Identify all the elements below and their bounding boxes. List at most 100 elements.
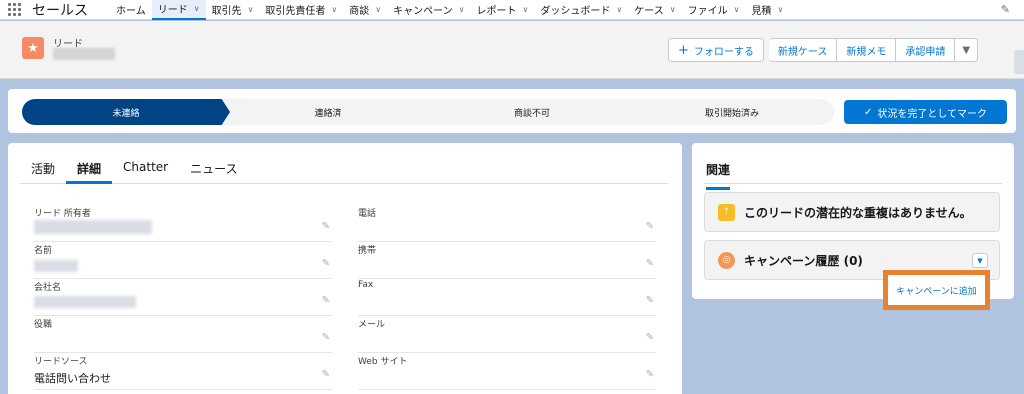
duplicate-icon: ⇡ [718, 203, 735, 221]
field-phone: 電話 ✎ [358, 206, 656, 242]
edit-pencil-icon[interactable]: ✎ [322, 295, 330, 306]
nav-item-label: 取引先 [211, 6, 242, 17]
nav-item-label: ダッシュボード [540, 6, 611, 17]
chevron-down-icon[interactable]: ▼ [972, 253, 988, 268]
new-case-button[interactable]: 新規ケース [768, 38, 838, 62]
edit-pencil-icon[interactable]: ✎ [322, 258, 330, 269]
nav-item-label: 商談 [349, 6, 370, 17]
field-label: 電話 [358, 209, 377, 219]
stage-converted[interactable]: 取引開始済み [630, 99, 834, 125]
chevron-down-icon[interactable]: ∨ [248, 5, 254, 14]
field-label: Fax [358, 280, 374, 290]
nav-item-4[interactable]: 商談 ∨ [343, 0, 387, 20]
edit-pencil-icon[interactable]: ✎ [322, 221, 330, 232]
add-to-campaign-link[interactable]: キャンペーンに追加 [896, 284, 977, 297]
field-email: メール ✎ [358, 317, 656, 353]
nav-item-10[interactable]: 見積 ∨ [745, 0, 789, 20]
field-label: リード 所有者 [34, 209, 91, 219]
follow-button-label: フォローする [693, 46, 754, 58]
chevron-down-icon[interactable]: ∨ [459, 5, 465, 14]
duplicate-check-box: ⇡ このリードの潜在的な重複はありません。 [704, 192, 1000, 232]
add-to-campaign-highlight: キャンペーンに追加 [883, 270, 990, 310]
nav-item-label: 取引先責任者 [265, 6, 326, 17]
path-card: 未連絡 連絡済 商談不可 取引開始済み ✓ 状況を完了としてマーク [8, 89, 1016, 133]
edit-pencil-icon[interactable]: ✎ [646, 258, 654, 269]
field-label: 会社名 [34, 283, 62, 293]
global-nav: セールス ホーム リード ∨ 取引先 ∨ 取引先責任者 ∨ 商談 ∨ キャンペーン ∨ レポート ∨ ダッ… [0, 0, 1024, 20]
field-label: 携帯 [358, 246, 377, 256]
field-website: Web サイト ✎ [358, 354, 656, 390]
nav-item-3[interactable]: 取引先責任者 ∨ [259, 0, 343, 20]
name-redacted [34, 260, 78, 272]
chevron-down-icon[interactable]: ∨ [616, 5, 622, 14]
edit-pencil-icon[interactable]: ✎ [646, 369, 654, 380]
record-name-redacted [53, 48, 115, 60]
field-fax: Fax ✎ [358, 280, 656, 316]
tab-news[interactable]: ニュース [179, 156, 248, 184]
stage-contacted[interactable]: 連絡済 [222, 99, 434, 125]
lead-star-icon: ★ [22, 37, 44, 59]
utility-tab[interactable] [1014, 50, 1024, 74]
nav-item-6[interactable]: レポート ∨ [471, 0, 535, 20]
tab-related[interactable]: 関連 [706, 161, 731, 190]
nav-item-label: レポート [476, 6, 517, 17]
tab-chatter[interactable]: Chatter [112, 156, 179, 184]
nav-item-label: ファイル [687, 6, 728, 17]
app-name: セールス [32, 2, 88, 19]
edit-nav-pencil-icon[interactable]: ✎ [1001, 3, 1010, 16]
duplicate-message: このリードの潜在的な重複はありません。 [744, 205, 972, 220]
field-lead-owner: リード 所有者 ✎ [34, 206, 332, 242]
mark-stage-complete-button[interactable]: ✓ 状況を完了としてマーク [844, 100, 1007, 124]
chevron-down-icon[interactable]: ∨ [670, 5, 676, 14]
new-note-button[interactable]: 新規メモ [837, 38, 897, 62]
nav-item-0[interactable]: ホーム [110, 0, 152, 20]
detail-card: 活動 詳細 Chatter ニュース リード 所有者 ✎ 名前 ✎ 会社名 ✎ … [8, 143, 682, 394]
field-label: リードソース [34, 357, 88, 367]
stage-path: 未連絡 連絡済 商談不可 取引開始済み [22, 99, 834, 125]
field-label: メール [358, 320, 386, 330]
field-value: 電話問い合わせ [34, 372, 111, 385]
edit-pencil-icon[interactable]: ✎ [646, 295, 654, 306]
follow-button[interactable]: + フォローする [668, 38, 764, 62]
edit-pencil-icon[interactable]: ✎ [646, 221, 654, 232]
check-icon: ✓ [863, 106, 873, 118]
chevron-down-icon[interactable]: ∨ [777, 5, 783, 14]
tab-activity[interactable]: 活動 [20, 156, 66, 184]
app-launcher-icon[interactable] [0, 0, 28, 20]
related-tab-divider [704, 183, 1002, 184]
owner-redacted [34, 220, 152, 234]
nav-item-label: 見積 [751, 6, 772, 17]
stage-unqualified[interactable]: 商談不可 [426, 99, 638, 125]
plus-icon: + [678, 42, 689, 58]
field-label: 名前 [34, 246, 53, 256]
edit-pencil-icon[interactable]: ✎ [646, 332, 654, 343]
chevron-down-icon[interactable]: ∨ [375, 5, 381, 14]
more-actions-chevron-down-icon[interactable]: ▼ [955, 38, 979, 62]
campaign-history-title[interactable]: キャンペーン履歴 (0) [744, 252, 863, 269]
field-mobile: 携帯 ✎ [358, 243, 656, 279]
nav-item-7[interactable]: ダッシュボード ∨ [534, 0, 628, 20]
record-header: ★ リード + フォローする 新規ケース 新規メモ 承認申請 ▼ [0, 21, 1024, 79]
nav-item-8[interactable]: ケース ∨ [628, 0, 681, 20]
tab-details[interactable]: 詳細 [66, 156, 113, 184]
chevron-down-icon[interactable]: ∨ [734, 5, 740, 14]
nav-item-1[interactable]: リード ∨ [151, 0, 206, 20]
chevron-down-icon[interactable]: ∨ [523, 5, 529, 14]
field-company: 会社名 ✎ [34, 280, 332, 316]
nav-item-label: ケース [634, 6, 664, 17]
stage-not-contacted[interactable]: 未連絡 [22, 99, 230, 125]
record-tabs: 活動 詳細 Chatter ニュース [20, 156, 668, 184]
chevron-down-icon[interactable]: ∨ [331, 5, 337, 14]
nav-item-2[interactable]: 取引先 ∨ [206, 0, 260, 20]
field-label: Web サイト [358, 357, 408, 367]
nav-item-label: ホーム [116, 6, 146, 17]
nav-item-label: キャンペーン [393, 6, 453, 17]
edit-pencil-icon[interactable]: ✎ [322, 369, 330, 380]
chevron-down-icon[interactable]: ∨ [194, 4, 200, 13]
nav-item-5[interactable]: キャンペーン ∨ [387, 0, 470, 20]
edit-pencil-icon[interactable]: ✎ [322, 332, 330, 343]
field-lead-source: リードソース 電話問い合わせ ✎ [34, 354, 332, 390]
nav-item-9[interactable]: ファイル ∨ [682, 0, 746, 20]
company-redacted [34, 296, 136, 308]
submit-approval-button[interactable]: 承認申請 [896, 38, 956, 62]
